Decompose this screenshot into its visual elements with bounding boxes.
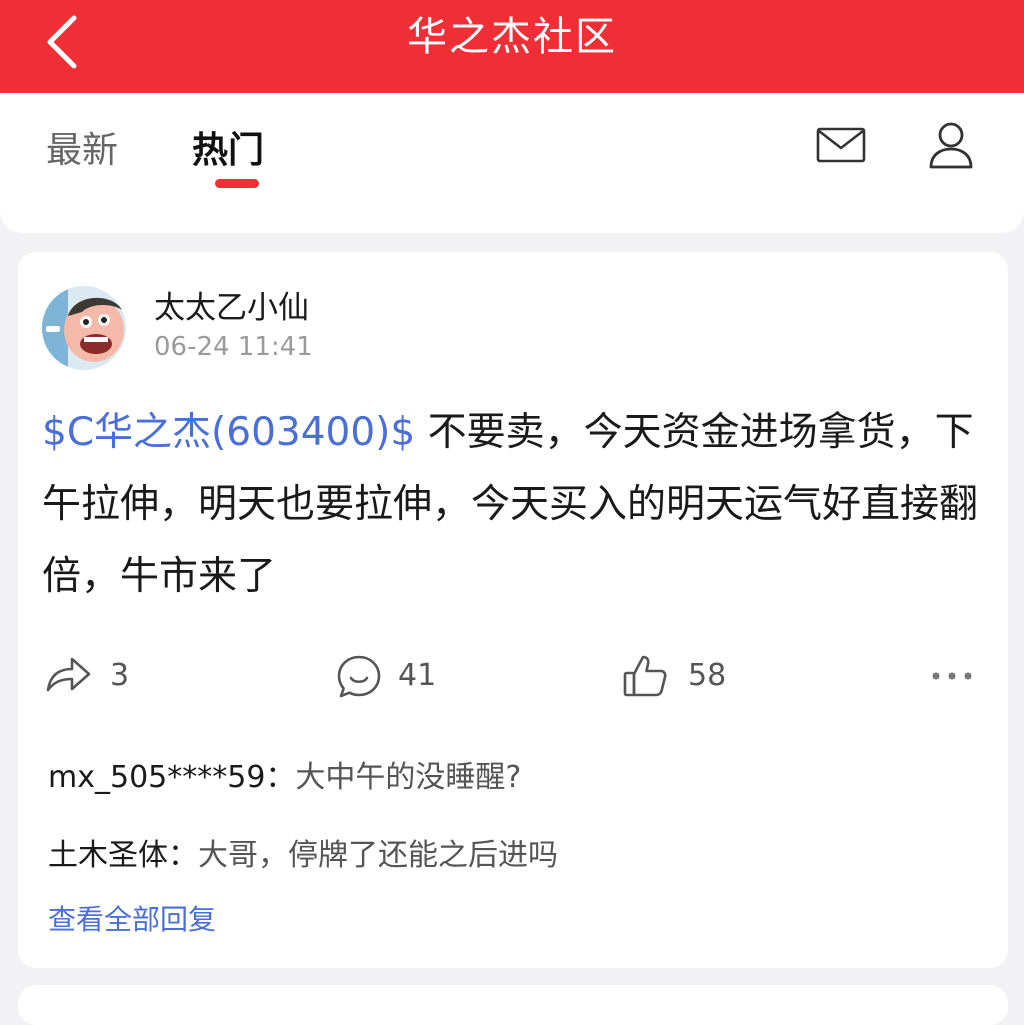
tab-hot[interactable]: 热门: [192, 121, 264, 173]
next-post-card[interactable]: [18, 985, 1008, 1025]
post-card[interactable]: 太太乙小仙 06-24 11:41 $C华之杰(603400)$ 不要卖，今天资…: [18, 252, 1008, 968]
comment-icon: [337, 655, 381, 698]
page-title: 华之杰社区: [407, 14, 617, 60]
like-count: 58: [688, 658, 727, 693]
reply-item[interactable]: 土木圣体：大哥，停牌了还能之后进吗: [48, 830, 558, 874]
post-content: $C华之杰(603400)$ 不要卖，今天资金进场拿货，下午拉伸，明天也要拉伸，…: [42, 397, 992, 613]
reply-author[interactable]: mx_505****59：: [48, 760, 295, 795]
profile-button[interactable]: [928, 121, 974, 169]
user-icon: [929, 122, 973, 169]
reply-text: 大哥，停牌了还能之后进吗: [198, 838, 558, 873]
thumbs-up-icon: [623, 655, 667, 697]
reply-item[interactable]: mx_505****59：大中午的没睡醒?: [48, 752, 521, 796]
tab-bar: 最新 热门: [0, 93, 1024, 233]
share-count: 3: [110, 658, 130, 693]
share-icon: [46, 657, 91, 692]
more-dots-icon: [932, 672, 972, 680]
avatar-image: [42, 286, 126, 370]
share-button[interactable]: 3: [44, 650, 164, 704]
comment-count: 41: [398, 658, 437, 693]
mail-icon: [816, 127, 866, 163]
reply-author[interactable]: 土木圣体：: [48, 838, 198, 873]
top-navigation-bar: 华之杰社区: [0, 0, 1024, 93]
active-tab-indicator: [215, 179, 259, 188]
avatar[interactable]: [42, 286, 126, 370]
comment-button[interactable]: 41: [336, 650, 466, 704]
messages-button[interactable]: [816, 127, 866, 163]
post-timestamp: 06-24 11:41: [154, 332, 313, 362]
stock-tag-link[interactable]: $C华之杰(603400)$: [42, 410, 415, 455]
like-button[interactable]: 58: [622, 650, 752, 704]
tab-latest[interactable]: 最新: [46, 121, 118, 173]
view-all-replies-link[interactable]: 查看全部回复: [48, 898, 216, 938]
more-options-button[interactable]: [928, 660, 976, 692]
post-author-name[interactable]: 太太乙小仙: [154, 282, 309, 327]
reply-text: 大中午的没睡醒?: [295, 760, 522, 795]
